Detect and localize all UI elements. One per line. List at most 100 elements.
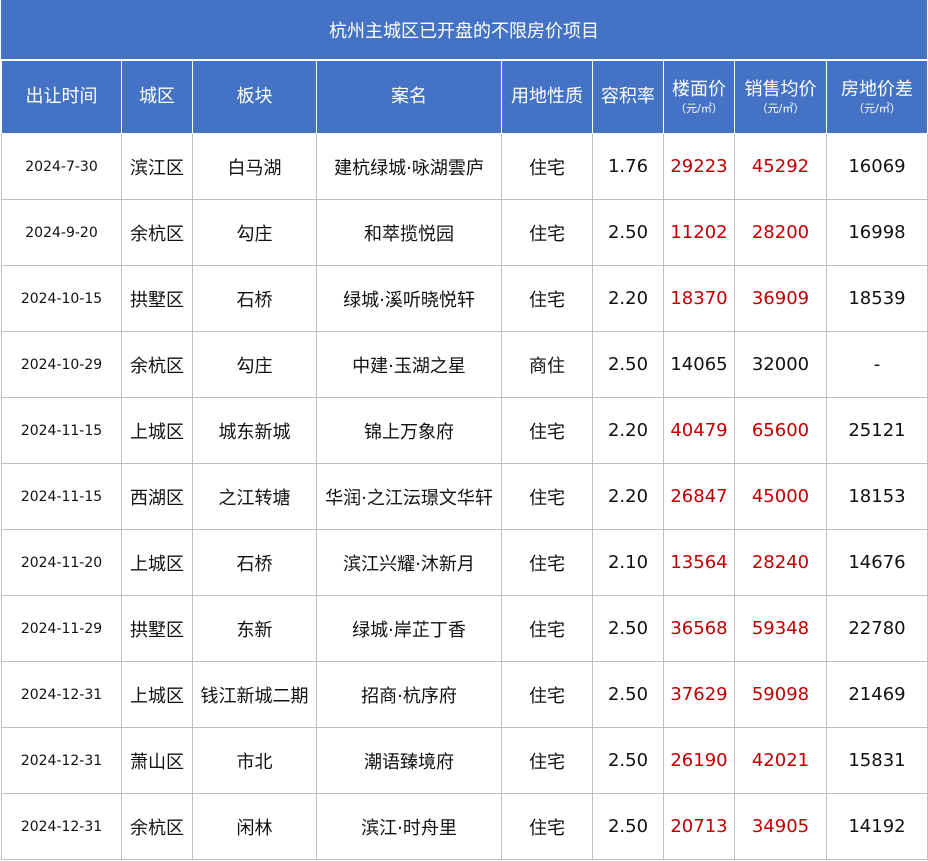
- cell-area: 钱江新城二期: [192, 661, 317, 728]
- cell-date: 2024-11-20: [1, 529, 122, 596]
- cell-date: 2024-12-31: [1, 727, 122, 794]
- cell-use: 住宅: [501, 133, 593, 200]
- cell-sale-price: 45000: [734, 463, 827, 530]
- header-sale-price: 销售均价 （元/㎡）: [734, 60, 827, 134]
- cell-district: 上城区: [121, 529, 193, 596]
- cell-far: 2.20: [592, 463, 664, 530]
- cell-sale-price: 59348: [734, 595, 827, 662]
- project-table: 出让时间 城区 板块 案名 用地性质 容积率 楼面价 （元/㎡） 销售均价 （元/㎡…: [1, 60, 928, 860]
- cell-area: 闲林: [192, 793, 317, 860]
- cell-area: 勾庄: [192, 331, 317, 398]
- cell-date: 2024-10-15: [1, 265, 122, 332]
- cell-use: 住宅: [501, 199, 593, 266]
- cell-name: 锦上万象府: [316, 397, 502, 464]
- unit-label: （元/㎡）: [675, 102, 723, 116]
- cell-area: 市北: [192, 727, 317, 794]
- cell-land-price: 20713: [663, 793, 735, 860]
- cell-sale-price: 59098: [734, 661, 827, 728]
- cell-date: 2024-12-31: [1, 793, 122, 860]
- header-use: 用地性质: [501, 60, 593, 134]
- cell-use: 住宅: [501, 595, 593, 662]
- cell-name: 建杭绿城·咏湖雲庐: [316, 133, 502, 200]
- table-title: 杭州主城区已开盘的不限房价项目: [1, 0, 927, 60]
- cell-land-price: 40479: [663, 397, 735, 464]
- header-diff: 房地价差 （元/㎡）: [826, 60, 928, 134]
- header-date: 出让时间: [1, 60, 122, 134]
- cell-far: 2.50: [592, 793, 664, 860]
- header-row: 出让时间 城区 板块 案名 用地性质 容积率 楼面价 （元/㎡） 销售均价 （元/㎡…: [1, 60, 928, 134]
- cell-use: 住宅: [501, 793, 593, 860]
- cell-name: 华润·之江沄璟文华轩: [316, 463, 502, 530]
- cell-district: 滨江区: [121, 133, 193, 200]
- table-row: 2024-11-29 拱墅区 东新 绿城·岸芷丁香 住宅 2.50 36568 59348 22…: [1, 595, 928, 662]
- cell-district: 西湖区: [121, 463, 193, 530]
- table-row: 2024-11-15 上城区 城东新城 锦上万象府 住宅 2.20 40479 65600 25…: [1, 397, 928, 464]
- cell-sale-price: 36909: [734, 265, 827, 332]
- cell-area: 之江转塘: [192, 463, 317, 530]
- table-row: 2024-7-30 滨江区 白马湖 建杭绿城·咏湖雲庐 住宅 1.76 29223 45292…: [1, 133, 928, 200]
- cell-far: 2.50: [592, 661, 664, 728]
- cell-area: 石桥: [192, 529, 317, 596]
- header-land-price: 楼面价 （元/㎡）: [663, 60, 735, 134]
- cell-name: 潮语臻境府: [316, 727, 502, 794]
- table-row: 2024-10-15 拱墅区 石桥 绿城·溪听晓悦轩 住宅 2.20 18370 36909 1…: [1, 265, 928, 332]
- cell-area: 城东新城: [192, 397, 317, 464]
- cell-area: 东新: [192, 595, 317, 662]
- table-row: 2024-9-20 余杭区 勾庄 和萃揽悦园 住宅 2.50 11202 28200 16998: [1, 199, 928, 266]
- table-row: 2024-11-20 上城区 石桥 滨江兴耀·沐新月 住宅 2.10 13564 28240 1…: [1, 529, 928, 596]
- cell-land-price: 14065: [663, 331, 735, 398]
- cell-sale-price: 28200: [734, 199, 827, 266]
- cell-land-price: 13564: [663, 529, 735, 596]
- cell-land-price: 26190: [663, 727, 735, 794]
- table-row: 2024-12-31 上城区 钱江新城二期 招商·杭序府 住宅 2.50 37629 5909…: [1, 661, 928, 728]
- cell-use: 住宅: [501, 265, 593, 332]
- cell-sale-price: 45292: [734, 133, 827, 200]
- cell-date: 2024-9-20: [1, 199, 122, 266]
- table-row: 2024-12-31 萧山区 市北 潮语臻境府 住宅 2.50 26190 42021 1583…: [1, 727, 928, 794]
- cell-name: 绿城·溪听晓悦轩: [316, 265, 502, 332]
- header-name: 案名: [316, 60, 502, 134]
- cell-use: 住宅: [501, 727, 593, 794]
- cell-land-price: 18370: [663, 265, 735, 332]
- cell-sale-price: 42021: [734, 727, 827, 794]
- cell-district: 萧山区: [121, 727, 193, 794]
- cell-district: 余杭区: [121, 331, 193, 398]
- header-area: 板块: [192, 60, 317, 134]
- cell-area: 石桥: [192, 265, 317, 332]
- cell-far: 2.20: [592, 265, 664, 332]
- cell-diff: 14192: [826, 793, 928, 860]
- header-far: 容积率: [592, 60, 664, 134]
- table-row: 2024-10-29 余杭区 勾庄 中建·玉湖之星 商住 2.50 14065 32000-: [1, 331, 928, 398]
- cell-use: 住宅: [501, 661, 593, 728]
- cell-diff: 14676: [826, 529, 928, 596]
- unit-label: （元/㎡）: [756, 102, 805, 116]
- cell-diff: 15831: [826, 727, 928, 794]
- cell-date: 2024-11-29: [1, 595, 122, 662]
- cell-far: 2.50: [592, 595, 664, 662]
- cell-diff: 25121: [826, 397, 928, 464]
- cell-far: 2.10: [592, 529, 664, 596]
- cell-far: 2.50: [592, 199, 664, 266]
- cell-date: 2024-10-29: [1, 331, 122, 398]
- cell-diff: 22780: [826, 595, 928, 662]
- cell-land-price: 26847: [663, 463, 735, 530]
- cell-district: 余杭区: [121, 793, 193, 860]
- cell-diff: 18539: [826, 265, 928, 332]
- cell-diff: 16998: [826, 199, 928, 266]
- cell-land-price: 29223: [663, 133, 735, 200]
- cell-sale-price: 28240: [734, 529, 827, 596]
- cell-district: 余杭区: [121, 199, 193, 266]
- cell-sale-price: 65600: [734, 397, 827, 464]
- cell-diff: -: [826, 331, 928, 398]
- header-district: 城区: [121, 60, 193, 134]
- cell-district: 上城区: [121, 397, 193, 464]
- cell-diff: 16069: [826, 133, 928, 200]
- unit-label: （元/㎡）: [853, 102, 901, 116]
- cell-area: 勾庄: [192, 199, 317, 266]
- cell-use: 商住: [501, 331, 593, 398]
- cell-diff: 21469: [826, 661, 928, 728]
- cell-district: 上城区: [121, 661, 193, 728]
- cell-far: 2.50: [592, 727, 664, 794]
- cell-land-price: 36568: [663, 595, 735, 662]
- table-row: 2024-12-31 余杭区 闲林 滨江·时舟里 住宅 2.50 20713 34905 141…: [1, 793, 928, 860]
